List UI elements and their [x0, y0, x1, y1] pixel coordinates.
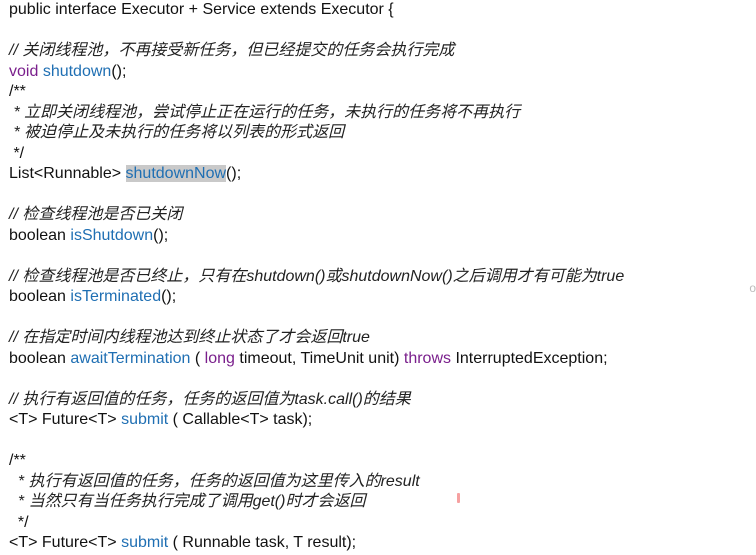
doc-comment-submit-runnable-2: * 当然只有当任务执行完成了调用get()时才会返回: [9, 493, 366, 510]
code-punct: ();: [161, 288, 177, 305]
method-awaittermination: awaitTermination: [70, 349, 191, 367]
code-line-isshutdown: boolean isShutdown();: [9, 226, 624, 247]
code-line-shutdown: void shutdown();: [9, 62, 624, 83]
code-params: timeout, TimeUnit unit): [234, 349, 404, 367]
method-submit: submit: [121, 534, 169, 551]
cursor-marker-icon: [457, 493, 460, 503]
doc-comment-shutdownnow-1: * 立即关闭线程池，尝试停止正在运行的任务，未执行的任务将不再执行: [9, 103, 521, 121]
doc-comment-open: /**: [9, 83, 26, 100]
method-shutdownnow[interactable]: shutdownNow: [125, 165, 227, 182]
return-type: List<Runnable>: [9, 165, 126, 182]
code-line-submit-callable: <T> Future<T> submit ( Callable<T> task)…: [9, 410, 624, 431]
doc-comment-open: /**: [9, 452, 26, 469]
code-line-submit-runnable: <T> Future<T> submit ( Runnable task, T …: [9, 533, 624, 554]
method-isterminated: isTerminated: [70, 288, 162, 305]
method-isshutdown: isShutdown: [70, 226, 154, 244]
edge-glyph: o: [749, 281, 756, 295]
code-line-isterminated: boolean isTerminated();: [9, 287, 624, 308]
code-punct: ();: [153, 226, 169, 244]
comment-isshutdown: // 检查线程池是否已关闭: [9, 206, 183, 223]
code-punct: (: [190, 349, 205, 367]
code-line-shutdownnow: List<Runnable> shutdownNow();: [9, 164, 624, 185]
keyword-void: void: [9, 62, 39, 80]
return-type: boolean: [9, 288, 71, 305]
return-type: <T> Future<T>: [9, 534, 122, 551]
doc-comment-close: */: [9, 144, 25, 162]
keyword-long: long: [204, 349, 235, 367]
comment-submit-callable: // 执行有返回值的任务，任务的返回值为task.call()的结果: [9, 390, 411, 408]
code-line-interface-declaration: public interface Executor + Service exte…: [9, 1, 394, 18]
doc-comment-close: */: [9, 513, 29, 531]
comment-awaittermination: // 在指定时间内线程池达到终止状态了才会返回true: [9, 329, 370, 346]
method-submit: submit: [121, 411, 169, 428]
code-punct: ();: [226, 165, 242, 182]
comment-isterminated: // 检查线程池是否已终止，只有在shutdown()或shutdownNow(…: [9, 267, 625, 285]
code-line-awaittermination: boolean awaitTermination ( long timeout,…: [9, 349, 624, 370]
doc-comment-shutdownnow-2: * 被迫停止及未执行的任务将以列表的形式返回: [9, 124, 345, 141]
return-type: boolean: [9, 226, 71, 244]
method-shutdown: shutdown: [42, 62, 112, 80]
return-type: boolean: [9, 349, 71, 367]
code-block: public interface Executor + Service exte…: [9, 0, 624, 554]
doc-comment-submit-runnable-1: * 执行有返回值的任务，任务的返回值为这里传入的result: [9, 472, 420, 490]
code-params: ( Callable<T> task);: [168, 411, 313, 428]
code-params: ( Runnable task, T result);: [168, 534, 357, 551]
code-exception: InterruptedException;: [451, 349, 608, 367]
code-punct: ();: [111, 62, 127, 80]
return-type: <T> Future<T>: [9, 411, 122, 428]
keyword-throws: throws: [403, 349, 451, 367]
comment-shutdown: // 关闭线程池，不再接受新任务，但已经提交的任务会执行完成: [9, 42, 455, 59]
